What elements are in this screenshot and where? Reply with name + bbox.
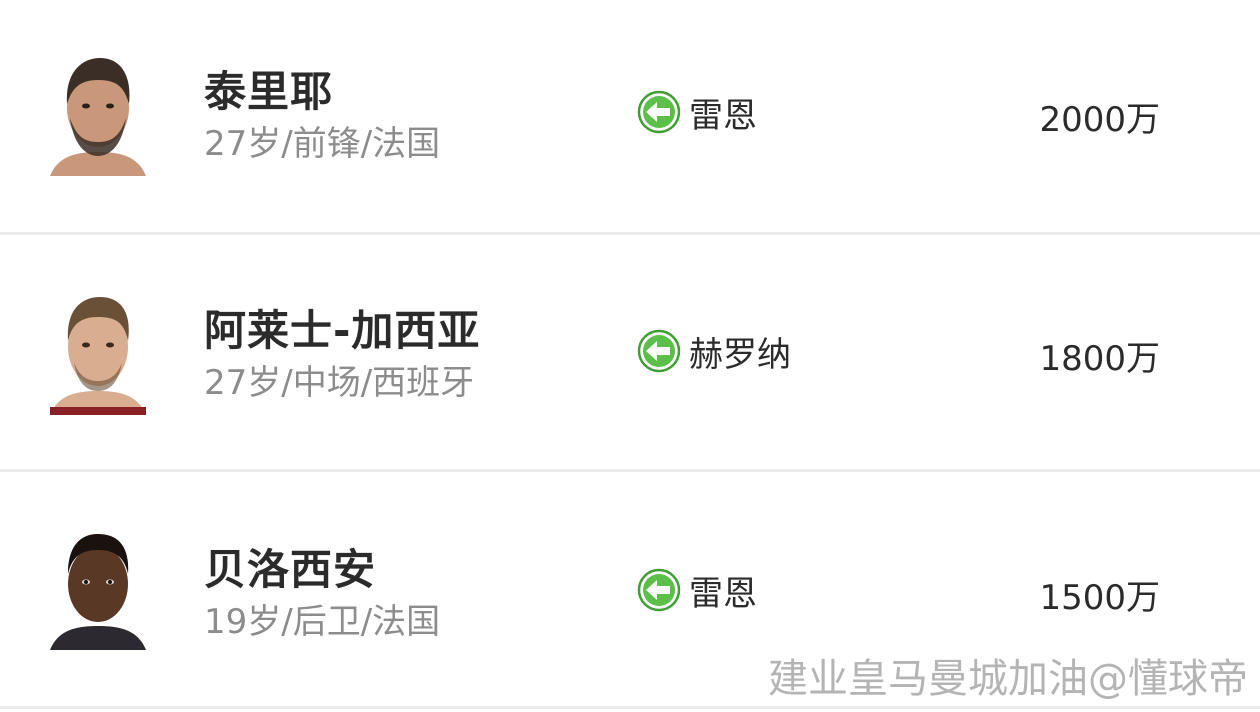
player-name: 贝洛西安: [204, 545, 377, 594]
player-name: 泰里耶: [204, 67, 334, 116]
transfer-row[interactable]: 阿莱士-加西亚 27岁/中场/西班牙 赫罗纳 1800万: [0, 235, 1260, 472]
player-avatar: [50, 52, 146, 176]
transfer-fee: 2000万: [1039, 100, 1160, 140]
player-meta: 27岁/前锋/法国: [204, 124, 441, 164]
player-name: 阿莱士-加西亚: [204, 306, 481, 355]
transfer-fee: 1500万: [1039, 578, 1160, 618]
watermark: 建业皇马曼城加油@懂球帝: [768, 656, 1248, 702]
player-avatar: [50, 291, 146, 415]
from-club: 雷恩: [637, 90, 757, 136]
from-club: 雷恩: [637, 568, 757, 614]
green-arrow-left-icon: [637, 329, 681, 373]
green-arrow-left-icon: [637, 568, 681, 612]
from-club-name: 雷恩: [689, 573, 757, 614]
transfer-fee: 1800万: [1039, 339, 1160, 379]
transfer-row[interactable]: 泰里耶 27岁/前锋/法国 雷恩 2000万: [0, 0, 1260, 235]
transfer-list: 泰里耶 27岁/前锋/法国 雷恩 2000万 阿莱士-加西亚 27岁/中场/西班…: [0, 0, 1260, 709]
from-club: 赫罗纳: [637, 329, 791, 375]
from-club-name: 赫罗纳: [689, 334, 791, 375]
player-meta: 19岁/后卫/法国: [204, 602, 441, 642]
player-avatar: [50, 526, 146, 650]
from-club-name: 雷恩: [689, 95, 757, 136]
player-meta: 27岁/中场/西班牙: [204, 363, 475, 403]
green-arrow-left-icon: [637, 90, 681, 134]
